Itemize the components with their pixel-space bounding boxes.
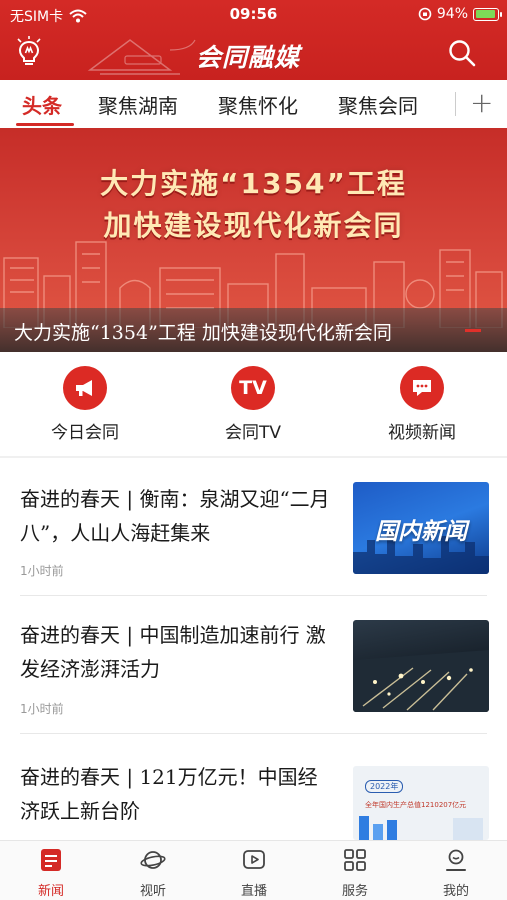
battery-fill	[475, 10, 496, 18]
battery-icon	[473, 7, 502, 21]
hero-banner[interactable]: 大力实施“1354”工程 加快建设现代化新会同 大力实施“1354”工程 加快建…	[0, 128, 507, 352]
news-time: 1小时前	[20, 564, 64, 578]
megaphone-icon	[63, 366, 107, 410]
tab-headlines[interactable]: 头条	[22, 90, 62, 119]
news-thumbnail: 2022年 全年国内生产总值1210207亿元	[353, 766, 489, 840]
nav-profile[interactable]: 我的	[416, 847, 496, 899]
nav-live[interactable]: 直播	[214, 847, 294, 899]
nav-media[interactable]: 视听	[113, 847, 193, 899]
news-thumbnail	[353, 620, 489, 712]
active-tab-indicator	[16, 123, 74, 126]
play-icon	[243, 850, 265, 869]
banner-headline-1: 大力实施“1354”工程	[100, 167, 407, 200]
planet-icon	[140, 851, 166, 869]
news-icon	[41, 849, 61, 871]
carousel-indicator	[465, 329, 481, 332]
nav-label: 服务	[341, 884, 368, 899]
nav-label: 视听	[139, 884, 166, 899]
status-right: 94%	[418, 6, 502, 22]
title-row: 会同融媒	[0, 30, 507, 80]
quick-entry-label: 今日会同	[51, 423, 119, 443]
grid-icon	[344, 849, 366, 871]
nav-news[interactable]: 新闻	[11, 847, 91, 899]
profile-icon	[446, 849, 466, 871]
tab-divider	[455, 92, 456, 116]
tv-icon: TV	[231, 366, 275, 410]
tv-icon-text: TV	[239, 377, 267, 399]
news-title: 奋进的春天 | 衡南：泉湖又迎“二月八”，人山人海赶集来	[20, 487, 330, 545]
quick-entry-today-huitong[interactable]: 今日会同	[25, 366, 145, 443]
news-item[interactable]: 奋进的春天 | 中国制造加速前行 激发经济澎湃活力 1小时前	[0, 596, 507, 734]
tab-focus-hunan[interactable]: 聚焦湖南	[98, 90, 178, 119]
quick-entry-huitong-tv[interactable]: TV 会同TV	[193, 366, 313, 443]
quick-entries: 今日会同 TV 会同TV 视频新闻	[0, 352, 507, 456]
battery-percent: 94%	[436, 6, 468, 22]
chat-icon	[400, 366, 444, 410]
tab-focus-huitong[interactable]: 聚焦会同	[338, 90, 418, 119]
search-icon[interactable]	[447, 38, 477, 68]
lightbulb-icon[interactable]	[14, 36, 44, 70]
thumbnail-caption: 国内新闻	[375, 519, 467, 545]
nav-label: 直播	[240, 884, 267, 899]
orientation-lock-icon	[418, 7, 432, 21]
banner-caption: 大力实施“1354”工程 加快建设现代化新会同	[14, 322, 392, 344]
quick-entry-label: 视频新闻	[388, 423, 456, 443]
news-item[interactable]: 奋进的春天 | 衡南：泉湖又迎“二月八”，人山人海赶集来 1小时前 国内新闻	[0, 458, 507, 596]
channel-tabs: 头条 聚焦湖南 聚焦怀化 聚焦会同 +	[0, 80, 507, 128]
status-bar: 无SIM卡 09:56 94%	[0, 0, 507, 30]
app-title: 会同融媒	[196, 43, 301, 72]
header-decoration	[87, 39, 196, 75]
banner-caption-bar: 大力实施“1354”工程 加快建设现代化新会同	[0, 308, 507, 352]
thumbnail-graphic	[359, 816, 483, 840]
nav-services[interactable]: 服务	[315, 847, 395, 899]
quick-entry-label: 会同TV	[224, 423, 281, 443]
factory-night-image	[353, 650, 489, 712]
news-thumbnail: 国内新闻	[353, 482, 489, 574]
news-title: 奋进的春天 | 121万亿元！中国经济跃上新台阶	[20, 765, 318, 823]
app-header: 无SIM卡 09:56 94% 会同融媒	[0, 0, 507, 80]
nav-label: 我的	[442, 884, 469, 899]
tab-focus-huaihua[interactable]: 聚焦怀化	[218, 90, 298, 119]
bottom-tab-bar: 新闻 视听 直播 服务 我的	[0, 840, 507, 900]
news-time: 1小时前	[20, 702, 64, 716]
nav-label: 新闻	[37, 884, 64, 899]
news-title: 奋进的春天 | 中国制造加速前行 激发经济澎湃活力	[20, 623, 326, 681]
quick-entry-video-news[interactable]: 视频新闻	[362, 366, 482, 443]
add-channel-icon[interactable]: +	[470, 86, 493, 119]
list-divider	[20, 733, 487, 734]
